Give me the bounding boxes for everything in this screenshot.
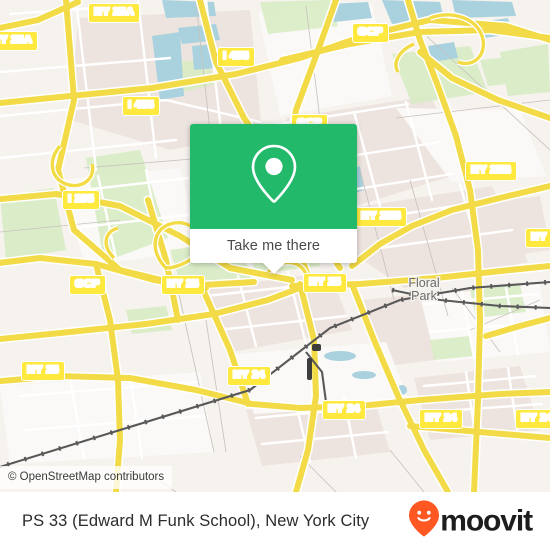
road-shield: NY 25 bbox=[21, 361, 65, 381]
road-shield-label: NY 25 bbox=[167, 278, 199, 290]
road-shield-label: NY 24 bbox=[328, 403, 360, 415]
road-shield-label: NY 25 bbox=[27, 364, 59, 376]
road-shield: NY 25 bbox=[161, 275, 205, 295]
road-shield-label: NY 25 bbox=[309, 276, 341, 288]
road-shield-label: NY 24 bbox=[233, 369, 265, 381]
callout-pointer bbox=[263, 263, 285, 274]
footer-bar: PS 33 (Edward M Funk School), New York C… bbox=[0, 492, 550, 550]
road-shield: NY 25 bbox=[303, 273, 347, 293]
road-shield: NY 24 bbox=[515, 409, 550, 429]
road-shield-label: NY 24 bbox=[521, 412, 550, 424]
road-shield-label: I 495 bbox=[128, 99, 154, 111]
page-title: PS 33 (Edward M Funk School), New York C… bbox=[22, 511, 370, 530]
moovit-wordmark: moovit bbox=[440, 504, 533, 537]
map-attribution: © OpenStreetMap contributors bbox=[0, 466, 173, 489]
road-shield-label: NY 25B bbox=[361, 210, 402, 222]
road-shield-label: I 495 bbox=[223, 50, 249, 62]
road-shield: I 295 bbox=[62, 190, 100, 210]
road-shield: I 495 bbox=[122, 96, 160, 116]
road-shield-label: NY 25A bbox=[94, 6, 135, 18]
road-shield: NY 24 bbox=[322, 400, 366, 420]
take-me-there-callout[interactable]: Take me there bbox=[190, 124, 357, 274]
road-shield-label: NY 25A bbox=[0, 34, 33, 46]
road-shield-label: NY bbox=[531, 231, 547, 243]
place-label: Floral Park bbox=[408, 276, 440, 303]
moovit-map-screenshot: .rd { fill:none; stroke:#f5dc4e; stroke-… bbox=[0, 0, 550, 550]
take-me-there-label: Take me there bbox=[226, 238, 321, 254]
road-shield: NY 25A bbox=[0, 31, 39, 51]
road-shield: GCP bbox=[352, 23, 389, 43]
road-shield: NY 25A bbox=[88, 3, 141, 23]
road-shield-label: I 295 bbox=[68, 193, 94, 205]
moovit-logo[interactable]: moovit bbox=[409, 500, 533, 542]
road-shield: NY 24 bbox=[419, 409, 463, 429]
road-shield-label: GCP bbox=[75, 278, 100, 290]
road-shield: GCP bbox=[69, 275, 106, 295]
road-shield-label: NY 25B bbox=[471, 164, 512, 176]
moovit-smiling-pin-icon bbox=[409, 500, 440, 542]
road-shield: NY bbox=[525, 228, 550, 248]
road-shield: I 495 bbox=[217, 47, 255, 67]
road-shield-label: GCP bbox=[358, 26, 383, 38]
road-shield: NY 24 bbox=[227, 366, 271, 386]
road-shield-label: NY 24 bbox=[425, 412, 457, 424]
map-pin-icon bbox=[248, 142, 300, 211]
map-canvas[interactable]: .rd { fill:none; stroke:#f5dc4e; stroke-… bbox=[0, 0, 550, 492]
callout-action-panel[interactable]: Take me there bbox=[190, 229, 357, 274]
road-shield: NY 25B bbox=[355, 207, 408, 227]
road-shield: NY 25B bbox=[465, 161, 518, 181]
callout-icon-panel bbox=[190, 124, 357, 229]
